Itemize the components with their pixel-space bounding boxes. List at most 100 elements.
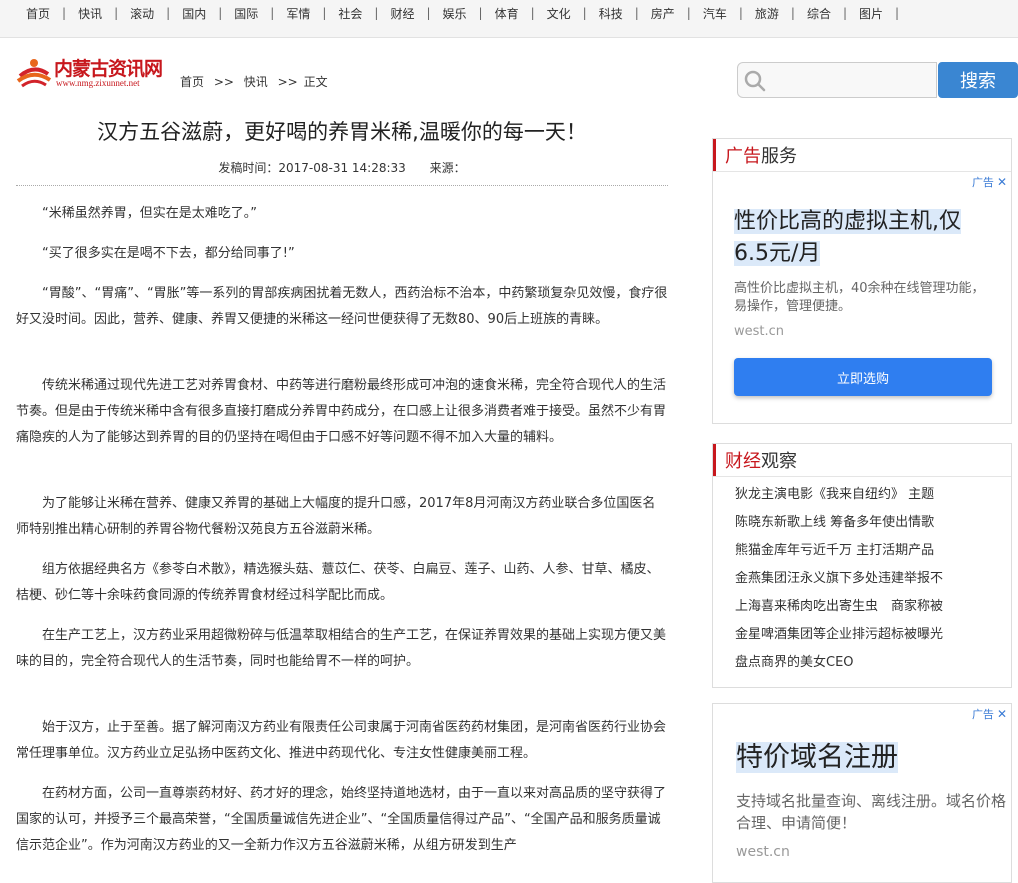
logo-name: 内蒙古资讯网 [54,58,163,80]
nav-item: 图片 | [847,5,899,22]
domain-ad-title: 特价域名注册 [736,742,898,773]
article-paragraph: 始于汉方，止于至善。据了解河南汉方药业有限责任公司隶属于河南省医药药材集团，是河… [16,720,667,761]
nav-item: 文化 | [535,5,587,22]
finance-news-link[interactable]: 狄龙主演电影《我来自纽约》 主题 [735,487,934,502]
ad-service-title-red: 广告 [725,146,761,167]
top-navigation: 首页 | 快讯 | 滚动 | 国内 | 国际 | 军情 | 社会 | 财经 | 娱乐 | 体育 | 文化 | 科技 | 房产 | 汽… [0,0,1018,38]
close-icon[interactable]: ✕ [997,175,1007,189]
finance-header: 财经 观察 [713,444,1011,477]
search-input[interactable] [772,67,934,95]
breadcrumb-arrow: >> [213,75,234,89]
article-paragraph: “米稀虽然养胃，但实在是太难吃了。” [42,206,257,221]
nav-link[interactable]: 社会 [326,5,374,22]
article-paragraph: 在药材方面，公司一直尊崇药材好、药才好的理念，始终坚持道地选材，由于一直以来对高… [16,786,667,853]
nav-link[interactable]: 军情 [274,5,322,22]
ad-host: west.cn [734,324,785,339]
buy-now-button[interactable]: 立即选购 [734,358,992,396]
nav-link[interactable]: 国际 [222,5,270,22]
finance-news-item: 狄龙主演电影《我来自纽约》 主题 [735,481,975,509]
nav-item: 快讯 | [66,5,118,22]
finance-news-link[interactable]: 上海喜来稀肉吃出寄生虫 商家称被 [735,599,943,614]
finance-news-list: 狄龙主演电影《我来自纽约》 主题 陈晓东新歌上线 筹备多年使出情歌 熊猫金库年亏近千… [713,477,1011,677]
ad-card[interactable]: 广告 ✕ 性价比高的虚拟主机,仅6.5元/月 高性价比虚拟主机，40余种在线管理功… [713,172,1011,424]
nav-link[interactable]: 科技 [587,5,635,22]
finance-news-item: 金星啤酒集团等企业排污超标被曝光 [735,621,975,649]
article-body: “米稀虽然养胃，但实在是太难吃了。” “买了很多实在是喝不下去，都分给同事了!”… [16,201,668,859]
article-source: 来源： [429,161,466,175]
article-paragraph: 为了能够让米稀在营养、健康又养胃的基础上大幅度的提升口感，2017年8月河南汉方… [16,496,656,537]
article-divider [16,185,668,186]
ad-service-header: 广告 服务 [713,139,1011,172]
nav-item: 体育 | [483,5,535,22]
nav-item: 首页 | [14,5,66,22]
breadcrumb: 首页 >> 快讯 >> 正文 [180,73,328,90]
domain-ad-card[interactable]: 广告 ✕ 特价域名注册 支持域名批量查询、离线注册。域名价格合理、申请简便！ we… [712,703,1012,883]
nav-separator: | [895,6,900,20]
finance-news-link[interactable]: 金燕集团汪永义旗下多处违建举报不 [735,571,943,586]
logo-url: www.nmg.zixunnet.net [56,78,140,88]
article-paragraph: “胃酸”、“胃痛”、“胃胀”等一系列的胃部疾病困扰着无数人，西药治标不治本，中药… [16,286,668,327]
finance-news-link[interactable]: 熊猫金库年亏近千万 主打活期产品 [735,543,934,558]
nav-link[interactable]: 首页 [14,5,62,22]
finance-news-link[interactable]: 金星啤酒集团等企业排污超标被曝光 [735,627,943,642]
finance-news-link[interactable]: 盘点商界的美女CEO [735,655,854,670]
finance-title-black: 观察 [761,451,797,472]
nav-item: 旅游 | [743,5,795,22]
search-box [737,62,937,98]
nav-link[interactable]: 文化 [535,5,583,22]
article-paragraph: “买了很多实在是喝不下去，都分给同事了!” [42,246,295,261]
ad-title: 性价比高的虚拟主机,仅6.5元/月 [734,209,961,266]
ad-service-title-black: 服务 [761,146,797,167]
finance-news-link[interactable]: 陈晓东新歌上线 筹备多年使出情歌 [735,515,934,530]
article: 汉方五谷滋蔚，更好喝的养胃米稀,温暖你的每一天！ 发稿时间：2017-08-31… [16,113,668,859]
nav-item: 国内 | [170,5,222,22]
ad-badge-label: 广告 [971,708,994,721]
nav-link[interactable]: 汽车 [691,5,739,22]
search-icon [744,70,766,92]
breadcrumb-section-link[interactable]: 快讯 [244,75,268,89]
nav-link[interactable]: 图片 [847,5,895,22]
search-button[interactable]: 搜索 [938,62,1018,98]
nav-link[interactable]: 滚动 [118,5,166,22]
logo-mark-icon [16,59,52,88]
nav-link[interactable]: 财经 [378,5,426,22]
finance-news-item: 上海喜来稀肉吃出寄生虫 商家称被 [735,593,975,621]
nav-link[interactable]: 房产 [639,5,687,22]
nav-item: 汽车 | [691,5,743,22]
ad-badge[interactable]: 广告 ✕ [972,174,1007,190]
nav-link[interactable]: 娱乐 [431,5,479,22]
nav-link[interactable]: 综合 [795,5,843,22]
nav-item: 社会 | [326,5,378,22]
nav-item: 军情 | [274,5,326,22]
ad-service-panel: 广告 服务 广告 ✕ 性价比高的虚拟主机,仅6.5元/月 高性价比虚拟主机，40余种… [712,138,1012,424]
domain-ad-description: 支持域名批量查询、离线注册。域名价格合理、申请简便！ [736,792,1007,832]
publish-time: 发稿时间：2017-08-31 14:28:33 [218,161,406,175]
article-meta: 发稿时间：2017-08-31 14:28:33 来源： [16,159,668,177]
finance-panel: 财经 观察 狄龙主演电影《我来自纽约》 主题 陈晓东新歌上线 筹备多年使出情歌 熊猫金… [712,443,1012,688]
nav-item: 娱乐 | [431,5,483,22]
nav-link[interactable]: 旅游 [743,5,791,22]
nav-link[interactable]: 国内 [170,5,218,22]
article-paragraph: 在生产工艺上，汉方药业采用超微粉碎与低温萃取相结合的生产工艺，在保证养胃效果的基… [16,628,667,669]
breadcrumb-home-link[interactable]: 首页 [180,75,204,89]
ad-badge-label: 广告 [971,176,994,189]
nav-link[interactable]: 快讯 [66,5,114,22]
article-title: 汉方五谷滋蔚，更好喝的养胃米稀,温暖你的每一天！ [97,120,587,144]
domain-ad-host: west.cn [736,844,790,860]
breadcrumb-current: 正文 [303,75,328,89]
ad-badge[interactable]: 广告 ✕ [972,706,1007,722]
nav-link[interactable]: 体育 [483,5,531,22]
article-paragraph: 组方依据经典名方《参苓白术散》，精选猴头菇、薏苡仁、茯苓、白扁豆、莲子、山药、人… [16,562,660,603]
finance-news-item: 金燕集团汪永义旗下多处违建举报不 [735,565,975,593]
nav-item: 科技 | [587,5,639,22]
finance-news-item: 盘点商界的美女CEO [735,649,975,677]
finance-news-item: 熊猫金库年亏近千万 主打活期产品 [735,537,975,565]
finance-title-red: 财经 [725,451,761,472]
article-paragraph: 传统米稀通过现代先进工艺对养胃食材、中药等进行磨粉最终形成可冲泡的速食米稀，完全… [16,378,667,445]
nav-item: 综合 | [795,5,847,22]
close-icon[interactable]: ✕ [997,707,1007,721]
nav-list: 首页 | 快讯 | 滚动 | 国内 | 国际 | 军情 | 社会 | 财经 | 娱乐 | 体育 | 文化 | 科技 | 房产 | 汽… [0,0,1018,26]
nav-item: 财经 | [378,5,430,22]
nav-item: 国际 | [222,5,274,22]
site-logo[interactable]: 内蒙古资讯网 www.nmg.zixunnet.net [16,54,168,94]
